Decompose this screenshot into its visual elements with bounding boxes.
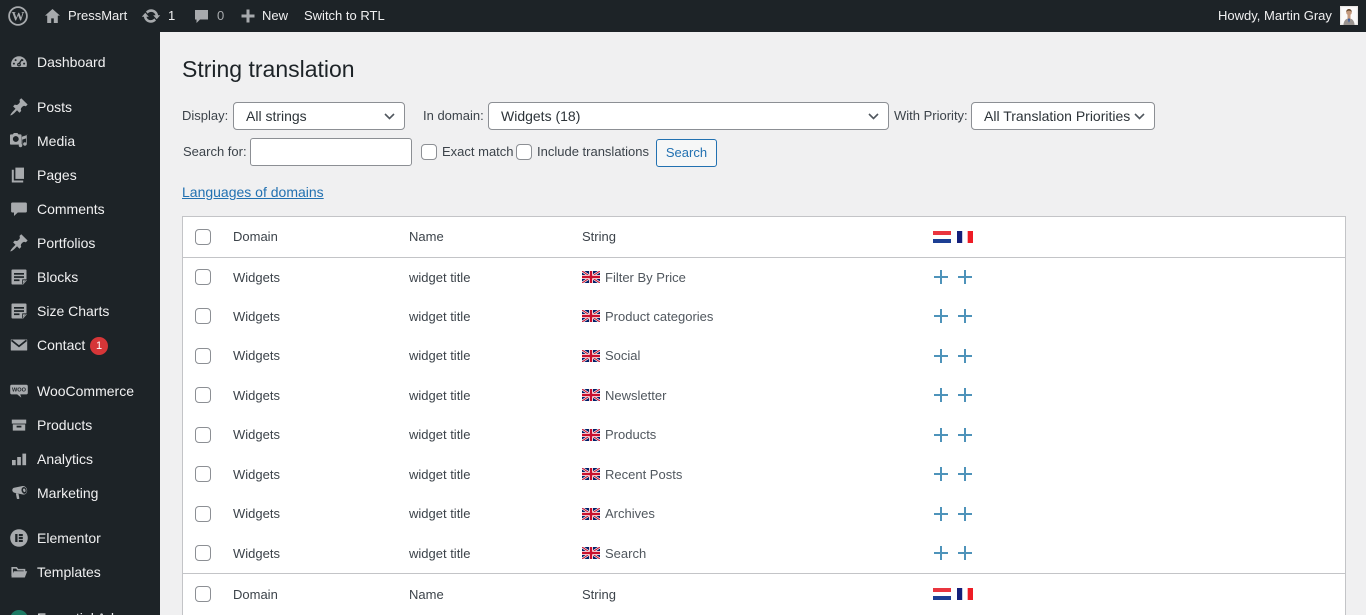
svg-text:WOO: WOO bbox=[12, 388, 27, 394]
svg-text:W: W bbox=[12, 8, 25, 23]
